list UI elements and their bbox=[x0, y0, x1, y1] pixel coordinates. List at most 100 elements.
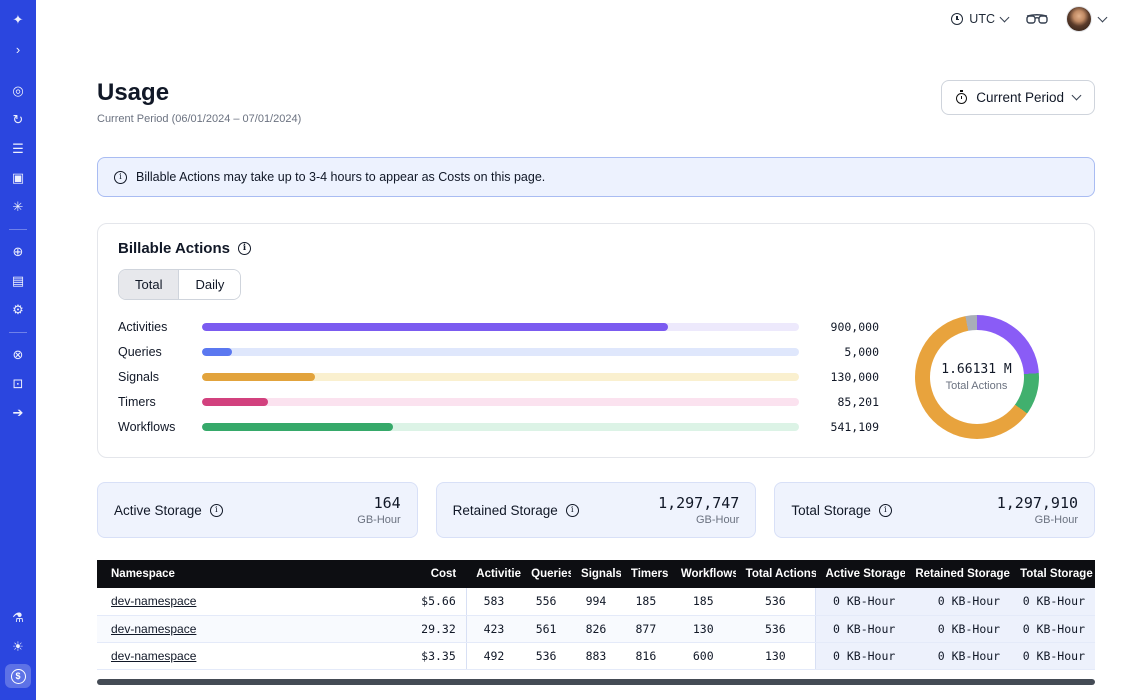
storage-value: 1,297,910 bbox=[997, 494, 1078, 512]
namespace-link[interactable]: dev-namespace bbox=[111, 649, 196, 663]
sidebar-batch-operations-icon[interactable]: ⊗ bbox=[5, 343, 31, 367]
namespace-link[interactable]: dev-namespace bbox=[111, 594, 196, 608]
usage-table-header-row: NamespaceCostActivitiesQueriesSignalsTim… bbox=[97, 560, 1095, 588]
column-header-retained-storage: Retained Storage bbox=[905, 560, 1010, 588]
cost-cell: 29.32 bbox=[396, 615, 466, 642]
activities-cell: 492 bbox=[466, 642, 521, 669]
period-selector-button[interactable]: Current Period bbox=[941, 80, 1095, 115]
billable-actions-card: Billable Actions i TotalDaily Activities… bbox=[97, 223, 1095, 458]
timezone-selector[interactable]: UTC bbox=[951, 12, 1008, 26]
dollar-icon: $ bbox=[11, 669, 26, 684]
retained-storage-card: Retained Storage i 1,297,747 GB-Hour bbox=[436, 482, 757, 538]
tab-total[interactable]: Total bbox=[119, 270, 178, 299]
storage-unit: GB-Hour bbox=[357, 514, 400, 526]
bar-row-signals: Signals130,000 bbox=[118, 364, 879, 389]
bar-track bbox=[202, 398, 799, 406]
page-header: Usage Current Period (06/01/2024 – 07/01… bbox=[97, 80, 1095, 125]
bar-value: 85,201 bbox=[815, 395, 879, 409]
retained-storage-cell: 0 KB-Hour bbox=[905, 615, 1010, 642]
signals-cell: 826 bbox=[571, 615, 621, 642]
bar-label: Queries bbox=[118, 345, 192, 359]
sidebar-labs-icon[interactable]: ⚗ bbox=[5, 606, 31, 630]
sidebar-namespaces-icon[interactable]: ◎ bbox=[5, 79, 31, 103]
period-button-label: Current Period bbox=[976, 90, 1064, 105]
sidebar-nexus-icon[interactable]: ✳ bbox=[5, 195, 31, 219]
tab-daily[interactable]: Daily bbox=[178, 270, 240, 299]
glasses-button[interactable] bbox=[1026, 13, 1048, 26]
table-horizontal-scrollbar[interactable] bbox=[97, 679, 1095, 685]
storage-label-text: Retained Storage bbox=[453, 503, 558, 518]
total-storage-cell: 0 KB-Hour bbox=[1010, 588, 1095, 615]
bar-track bbox=[202, 373, 799, 381]
storage-unit: GB-Hour bbox=[658, 514, 739, 526]
timers-cell: 877 bbox=[621, 615, 671, 642]
total-actions-cell: 130 bbox=[736, 642, 816, 669]
column-header-queries: Queries bbox=[521, 560, 571, 588]
info-icon[interactable]: i bbox=[566, 504, 579, 517]
sidebar-settings-icon[interactable]: ⚙ bbox=[5, 298, 31, 322]
bar-value: 130,000 bbox=[815, 370, 879, 384]
storage-label: Retained Storage i bbox=[453, 503, 579, 518]
column-header-activities: Activities bbox=[466, 560, 521, 588]
info-icon[interactable]: i bbox=[879, 504, 892, 517]
glasses-icon bbox=[1026, 13, 1048, 26]
bar-value: 900,000 bbox=[815, 320, 879, 334]
queries-cell: 561 bbox=[521, 615, 571, 642]
info-icon[interactable]: i bbox=[238, 242, 251, 255]
billable-actions-title-row: Billable Actions i bbox=[118, 240, 1074, 257]
sidebar-cloud-icon[interactable]: ⊕ bbox=[5, 240, 31, 264]
signals-cell: 994 bbox=[571, 588, 621, 615]
storage-value: 1,297,747 bbox=[658, 494, 739, 512]
bar-row-activities: Activities 900,000 bbox=[118, 314, 879, 339]
usage-table-body: dev-namespace$5.665835569941851855360 KB… bbox=[97, 588, 1095, 669]
sidebar-workers-icon[interactable]: ▣ bbox=[5, 166, 31, 190]
activities-cell: 583 bbox=[466, 588, 521, 615]
sidebar-collapse-icon[interactable]: › bbox=[5, 37, 31, 61]
column-header-total-storage: Total Storage bbox=[1010, 560, 1095, 588]
column-header-timers: Timers bbox=[621, 560, 671, 588]
bar-label: Timers bbox=[118, 395, 192, 409]
sidebar-logo-icon[interactable]: ✦ bbox=[5, 8, 31, 32]
retained-storage-cell: 0 KB-Hour bbox=[905, 642, 1010, 669]
total-actions-cell: 536 bbox=[736, 615, 816, 642]
chevron-down-icon bbox=[1000, 12, 1010, 22]
stopwatch-icon bbox=[956, 93, 967, 104]
sidebar-billing-icon[interactable]: ▤ bbox=[5, 269, 31, 293]
sidebar-schedules-icon[interactable]: ↻ bbox=[5, 108, 31, 132]
bar-fill bbox=[202, 398, 268, 406]
workflows-cell: 600 bbox=[671, 642, 736, 669]
sidebar-docs-icon[interactable]: ⊡ bbox=[5, 372, 31, 396]
user-menu[interactable] bbox=[1066, 6, 1106, 32]
bar-track bbox=[202, 348, 799, 356]
bar-value: 541,109 bbox=[815, 420, 879, 434]
active-storage-cell: 0 KB-Hour bbox=[816, 642, 906, 669]
column-header-cost: Cost bbox=[396, 560, 466, 588]
donut-chart: 1.66131 M Total Actions bbox=[915, 315, 1039, 439]
donut-total-label: Total Actions bbox=[946, 380, 1008, 392]
signals-cell: 883 bbox=[571, 642, 621, 669]
info-icon[interactable]: i bbox=[210, 504, 223, 517]
sidebar-usage-icon[interactable]: $ bbox=[5, 664, 31, 688]
bar-label: Activities bbox=[118, 320, 192, 334]
page-title: Usage bbox=[97, 80, 301, 106]
column-header-active-storage: Active Storage bbox=[816, 560, 906, 588]
sidebar-theme-toggle-icon[interactable]: ☀ bbox=[5, 635, 31, 659]
total-actions-cell: 536 bbox=[736, 588, 816, 615]
active-storage-cell: 0 KB-Hour bbox=[816, 615, 906, 642]
usage-table: NamespaceCostActivitiesQueriesSignalsTim… bbox=[97, 560, 1095, 670]
column-header-workflows: Workflows bbox=[671, 560, 736, 588]
workflows-cell: 185 bbox=[671, 588, 736, 615]
workflows-cell: 130 bbox=[671, 615, 736, 642]
timezone-label: UTC bbox=[969, 12, 995, 26]
namespace-link[interactable]: dev-namespace bbox=[111, 622, 196, 636]
timers-cell: 816 bbox=[621, 642, 671, 669]
sidebar-deployments-icon[interactable]: ☰ bbox=[5, 137, 31, 161]
table-row: dev-namespace$3.354925368838166001300 KB… bbox=[97, 642, 1095, 669]
storage-value: 164 bbox=[357, 494, 400, 512]
column-header-signals: Signals bbox=[571, 560, 621, 588]
chevron-down-icon bbox=[1098, 12, 1108, 22]
queries-cell: 556 bbox=[521, 588, 571, 615]
storage-label-text: Total Storage bbox=[791, 503, 871, 518]
donut-wrap: 1.66131 M Total Actions bbox=[879, 315, 1074, 439]
sidebar-launch-icon[interactable]: ➔ bbox=[5, 401, 31, 425]
